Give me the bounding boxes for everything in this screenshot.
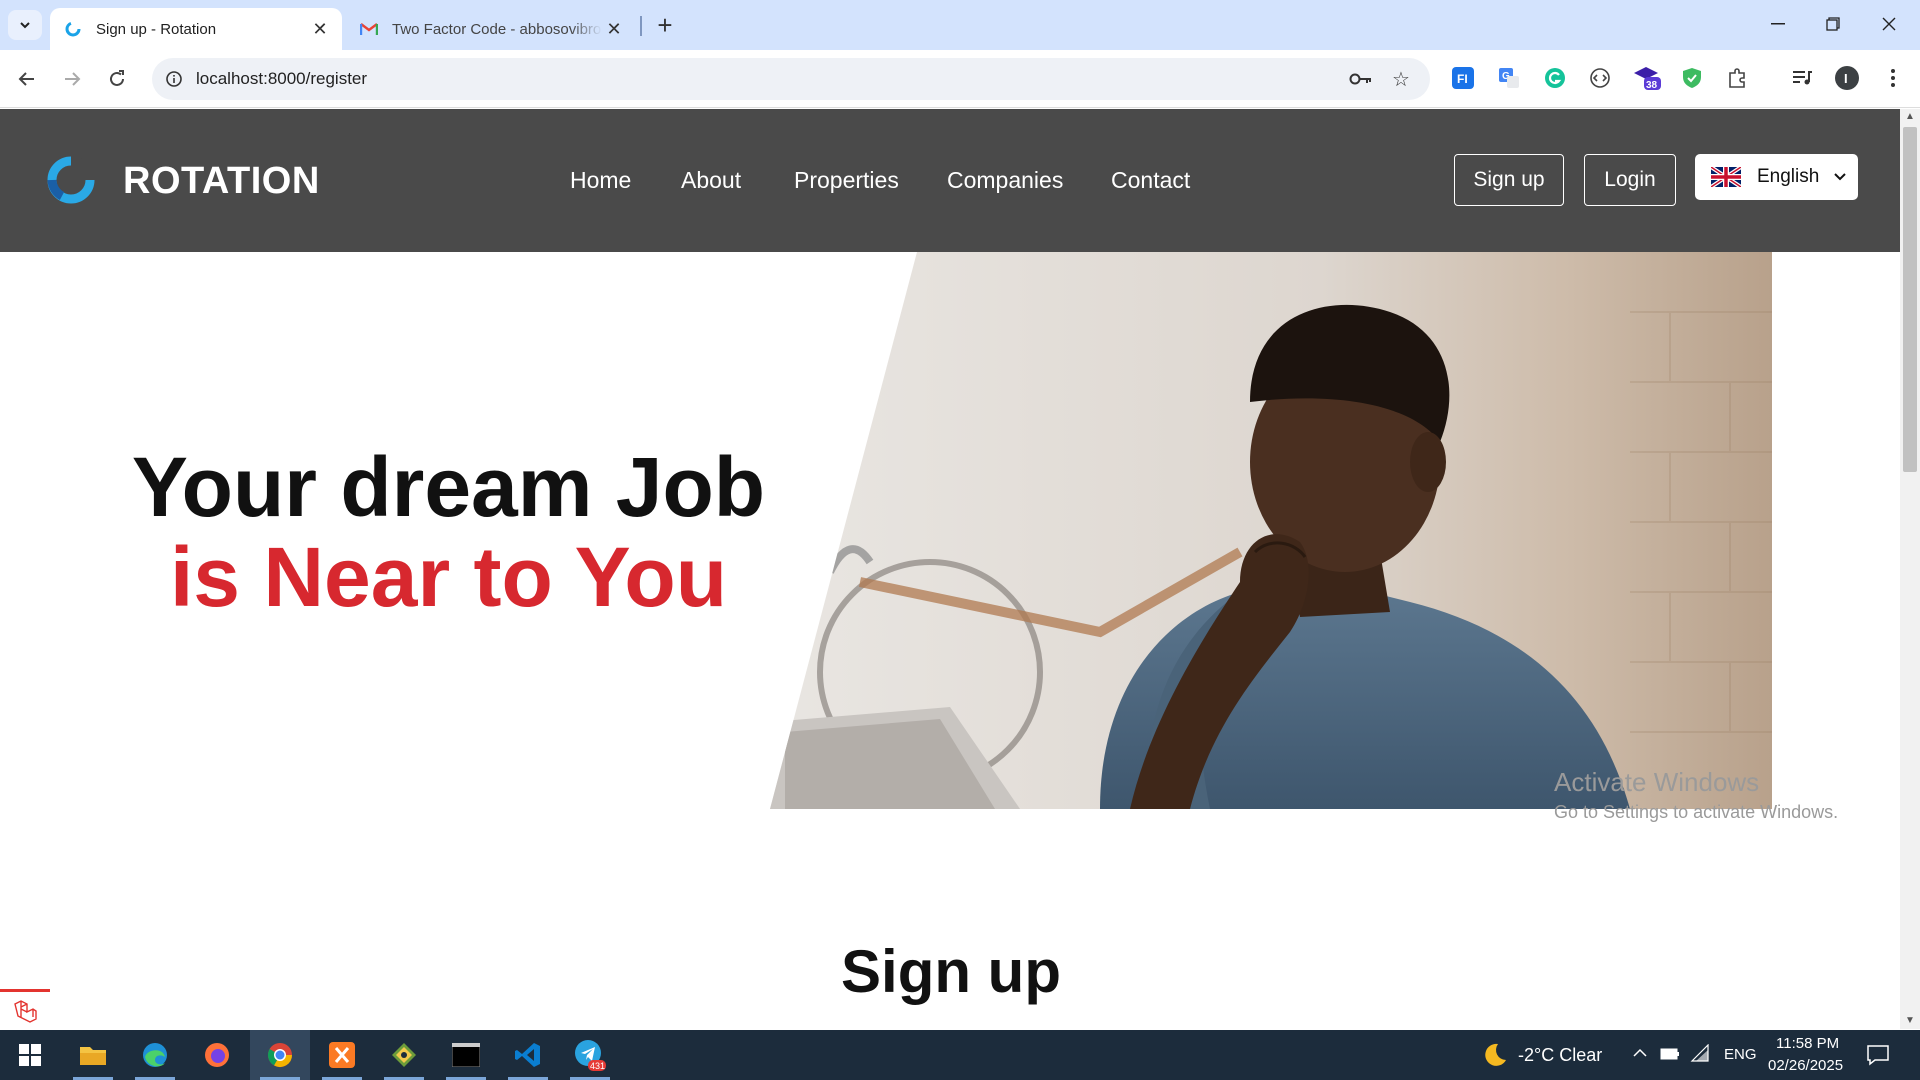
language-label: English — [1757, 166, 1820, 187]
firefox-icon[interactable] — [187, 1030, 247, 1080]
weather-moon-icon[interactable] — [1478, 1040, 1508, 1070]
activate-windows-subtitle: Go to Settings to activate Windows. — [1554, 802, 1839, 822]
rotation-favicon-icon — [64, 20, 82, 38]
browser-toolbar: localhost:8000/register ☆ FI G 38 I — [0, 50, 1920, 140]
close-window-icon[interactable] — [1866, 6, 1912, 42]
tab-separator — [640, 16, 642, 36]
xampp-icon[interactable] — [312, 1030, 372, 1080]
vscode-icon[interactable] — [498, 1030, 558, 1080]
tab-search-button[interactable] — [8, 10, 42, 40]
close-tab-icon[interactable]: ✕ — [602, 17, 626, 41]
scroll-down-icon[interactable]: ▼ — [1904, 1015, 1916, 1027]
terminal-icon[interactable] — [436, 1030, 496, 1080]
brand-name[interactable]: ROTATION — [123, 160, 320, 203]
media-queue-icon[interactable] — [1787, 63, 1817, 93]
gmail-icon — [360, 20, 378, 38]
ext-code-icon[interactable] — [1585, 63, 1615, 93]
notifications-icon[interactable] — [1866, 1044, 1890, 1066]
svg-text:431: 431 — [590, 1061, 605, 1071]
ext-graduation-icon[interactable]: 38 — [1632, 63, 1662, 93]
new-tab-button[interactable]: + — [650, 10, 680, 40]
bookmark-star-icon[interactable]: ☆ — [1388, 67, 1414, 91]
wifi-icon[interactable] — [1690, 1044, 1710, 1062]
svg-text:FI: FI — [1457, 72, 1468, 86]
input-language[interactable]: ENG — [1724, 1046, 1757, 1063]
url-text: localhost:8000/register — [196, 69, 368, 88]
grammarly-icon[interactable] — [1540, 63, 1570, 93]
restore-icon[interactable] — [1810, 6, 1856, 42]
login-button[interactable]: Login — [1584, 154, 1676, 206]
site-navbar: ROTATION Home About Properties Companies… — [0, 109, 1902, 252]
hero-image — [770, 252, 1772, 809]
rotation-logo-icon[interactable] — [46, 155, 96, 205]
tray-chevron-up-icon[interactable] — [1633, 1048, 1647, 1058]
battery-icon[interactable] — [1660, 1047, 1680, 1061]
menu-kebab-icon[interactable] — [1878, 63, 1908, 93]
file-explorer-icon[interactable] — [63, 1030, 123, 1080]
clock-time[interactable]: 11:58 PM — [1776, 1035, 1839, 1052]
tab-title: Sign up - Rotation — [96, 20, 217, 38]
svg-text:38: 38 — [1646, 80, 1658, 91]
windows-taskbar: 431 -2°C Clear ENG 11:58 PM 02/26/2025 — [0, 1030, 1920, 1080]
chevron-down-icon — [1834, 173, 1847, 181]
shield-check-icon[interactable] — [1677, 63, 1707, 93]
tab-gmail[interactable]: Two Factor Code - abbosovibrohim ✕ — [346, 8, 636, 50]
git-tool-icon[interactable] — [374, 1030, 434, 1080]
tab-sign-up[interactable]: Sign up - Rotation ✕ — [50, 8, 342, 50]
reload-icon[interactable] — [100, 62, 134, 96]
uk-flag-icon — [1711, 167, 1741, 187]
minimize-icon[interactable] — [1755, 6, 1801, 42]
tab-strip: Sign up - Rotation ✕ Two Factor Code - a… — [0, 0, 1920, 50]
chrome-icon[interactable] — [250, 1030, 310, 1080]
weather-text[interactable]: -2°C Clear — [1518, 1045, 1602, 1066]
nav-contact[interactable]: Contact — [1111, 167, 1190, 194]
ext-fi-icon[interactable]: FI — [1448, 63, 1478, 93]
hero-title-line1: Your dream Job — [131, 440, 766, 534]
scrollbar-thumb[interactable] — [1903, 127, 1917, 472]
clock-date[interactable]: 02/26/2025 — [1768, 1057, 1843, 1074]
chevron-down-icon — [20, 22, 30, 29]
telegram-icon[interactable]: 431 — [560, 1030, 620, 1080]
back-icon[interactable] — [10, 62, 44, 96]
scroll-up-icon[interactable]: ▲ — [1904, 111, 1916, 123]
site-info-icon[interactable] — [162, 67, 186, 91]
signup-section-title: Sign up — [841, 938, 1061, 1005]
nav-companies[interactable]: Companies — [947, 167, 1063, 194]
hero-title-line2: is Near to You — [169, 530, 728, 624]
close-tab-icon[interactable]: ✕ — [308, 17, 332, 41]
forward-icon[interactable] — [55, 62, 89, 96]
language-selector[interactable]: English — [1695, 154, 1858, 200]
extensions-puzzle-icon[interactable] — [1722, 63, 1752, 93]
nav-about[interactable]: About — [681, 167, 741, 194]
web-page: ROTATION Home About Properties Companies… — [0, 109, 1902, 1029]
signup-button[interactable]: Sign up — [1454, 154, 1564, 206]
svg-text:I: I — [1844, 71, 1848, 86]
address-bar[interactable]: localhost:8000/register ☆ — [152, 58, 1430, 100]
start-windows-icon[interactable] — [0, 1030, 60, 1080]
profile-avatar[interactable]: I — [1832, 63, 1862, 93]
nav-home[interactable]: Home — [570, 167, 631, 194]
tab-title: Two Factor Code - abbosovibrohim — [392, 20, 602, 38]
google-translate-icon[interactable]: G — [1494, 63, 1524, 93]
laravel-debugbar-icon[interactable] — [0, 989, 50, 1029]
activate-windows-title: Activate Windows — [1554, 767, 1760, 797]
nav-properties[interactable]: Properties — [794, 167, 899, 194]
page-scrollbar[interactable]: ▲ ▼ — [1900, 109, 1920, 1029]
edge-browser-icon[interactable] — [125, 1030, 185, 1080]
password-key-icon[interactable] — [1348, 67, 1374, 91]
